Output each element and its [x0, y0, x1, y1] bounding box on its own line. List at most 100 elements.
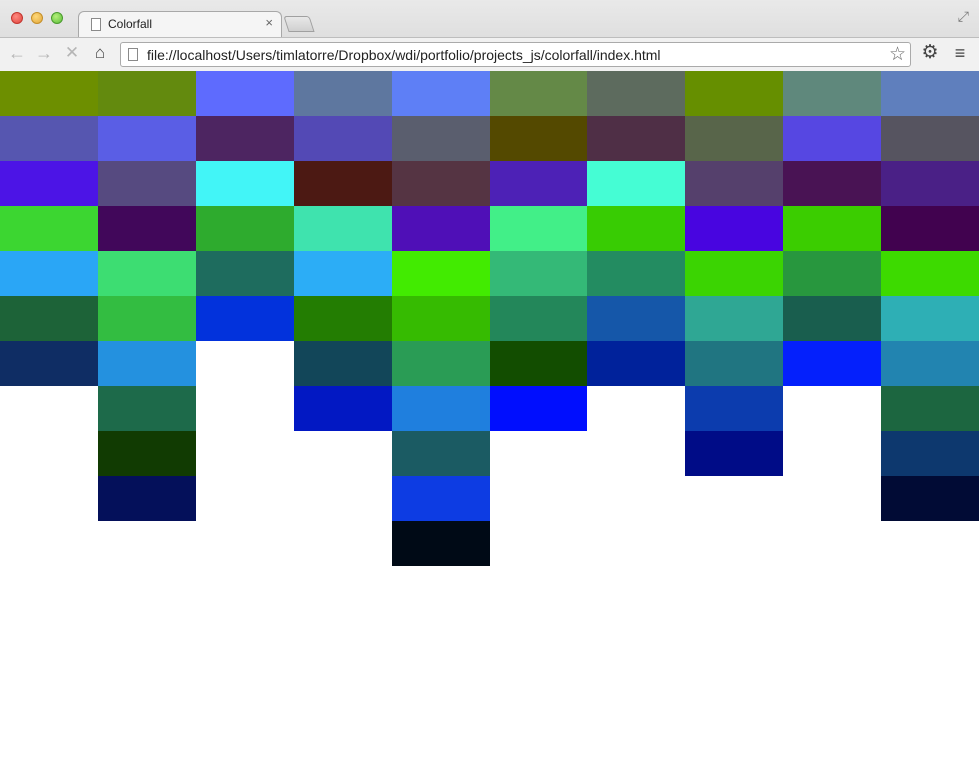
color-block [196, 71, 294, 116]
color-block [685, 341, 783, 386]
color-block [881, 296, 979, 341]
color-block [490, 386, 587, 431]
color-block [392, 71, 490, 116]
color-block [490, 296, 587, 341]
color-block [98, 386, 196, 431]
color-block [783, 161, 881, 206]
color-block [783, 206, 881, 251]
page-icon [91, 18, 101, 31]
color-block [98, 71, 196, 116]
color-block [294, 341, 392, 386]
color-block [98, 476, 196, 521]
color-block [881, 161, 979, 206]
home-icon[interactable]: ⌂ [90, 43, 110, 63]
color-block [685, 251, 783, 296]
color-block [98, 116, 196, 161]
color-block [98, 251, 196, 296]
color-block [0, 341, 98, 386]
color-block [881, 116, 979, 161]
color-block [98, 341, 196, 386]
color-block [196, 251, 294, 296]
color-block [783, 116, 881, 161]
color-block [685, 431, 783, 476]
tab-strip: Colorfall × ⤢ [0, 0, 979, 38]
color-block [783, 341, 881, 386]
color-block [196, 296, 294, 341]
color-block [392, 206, 490, 251]
color-block [490, 116, 587, 161]
color-block [0, 71, 98, 116]
color-block [196, 206, 294, 251]
color-block [392, 161, 490, 206]
color-block [685, 71, 783, 116]
window-close-button[interactable] [11, 12, 23, 24]
browser-toolbar: ← → ✕ ⌂ file://localhost/Users/timlatorr… [0, 37, 979, 71]
color-block [392, 521, 490, 566]
color-block [685, 161, 783, 206]
browser-chrome: Colorfall × ⤢ ← → ✕ ⌂ file://localhost/U… [0, 0, 979, 71]
color-block [685, 116, 783, 161]
color-block [490, 206, 587, 251]
color-block [294, 206, 392, 251]
stop-icon[interactable]: ✕ [62, 43, 82, 63]
color-block [98, 161, 196, 206]
color-block [392, 251, 490, 296]
color-block [294, 296, 392, 341]
color-block [0, 296, 98, 341]
color-block [392, 296, 490, 341]
color-block [783, 251, 881, 296]
color-block [490, 161, 587, 206]
color-block [587, 161, 685, 206]
color-block [783, 71, 881, 116]
color-block [587, 296, 685, 341]
tab-colorfall[interactable]: Colorfall × [78, 11, 282, 38]
color-block [98, 206, 196, 251]
window-zoom-button[interactable] [51, 12, 63, 24]
color-block [587, 206, 685, 251]
color-block [0, 251, 98, 296]
color-block [881, 386, 979, 431]
address-bar[interactable]: file://localhost/Users/timlatorre/Dropbo… [120, 42, 911, 67]
color-block [294, 116, 392, 161]
color-block [294, 161, 392, 206]
tab-close-icon[interactable]: × [265, 16, 273, 30]
color-block [881, 71, 979, 116]
color-block [392, 386, 490, 431]
forward-arrow-icon[interactable]: → [34, 43, 54, 63]
color-block [392, 476, 490, 521]
color-block [196, 161, 294, 206]
color-block [685, 206, 783, 251]
menu-icon[interactable]: ≡ [950, 43, 970, 63]
tab-title: Colorfall [108, 17, 153, 31]
color-block [881, 476, 979, 521]
color-block [490, 71, 587, 116]
color-block [587, 71, 685, 116]
page-icon [128, 48, 138, 61]
color-block [881, 341, 979, 386]
color-block [0, 161, 98, 206]
color-block [0, 206, 98, 251]
color-block [881, 206, 979, 251]
color-block [392, 116, 490, 161]
page-content [0, 71, 979, 778]
color-block [98, 431, 196, 476]
color-block [490, 251, 587, 296]
back-arrow-icon[interactable]: ← [7, 43, 27, 63]
fullscreen-icon[interactable]: ⤢ [958, 8, 969, 25]
color-block [881, 251, 979, 296]
address-bar-url[interactable]: file://localhost/Users/timlatorre/Dropbo… [147, 47, 661, 63]
color-block [587, 251, 685, 296]
color-block [881, 431, 979, 476]
color-block [294, 251, 392, 296]
bookmark-star-icon[interactable]: ☆ [889, 43, 906, 66]
color-block [294, 386, 392, 431]
color-block [587, 341, 685, 386]
color-block [392, 341, 490, 386]
new-tab-button[interactable] [283, 16, 315, 32]
color-block [0, 116, 98, 161]
color-block [98, 296, 196, 341]
color-block [196, 116, 294, 161]
gear-icon[interactable]: ⚙ [920, 43, 940, 63]
color-block [294, 71, 392, 116]
window-minimize-button[interactable] [31, 12, 43, 24]
